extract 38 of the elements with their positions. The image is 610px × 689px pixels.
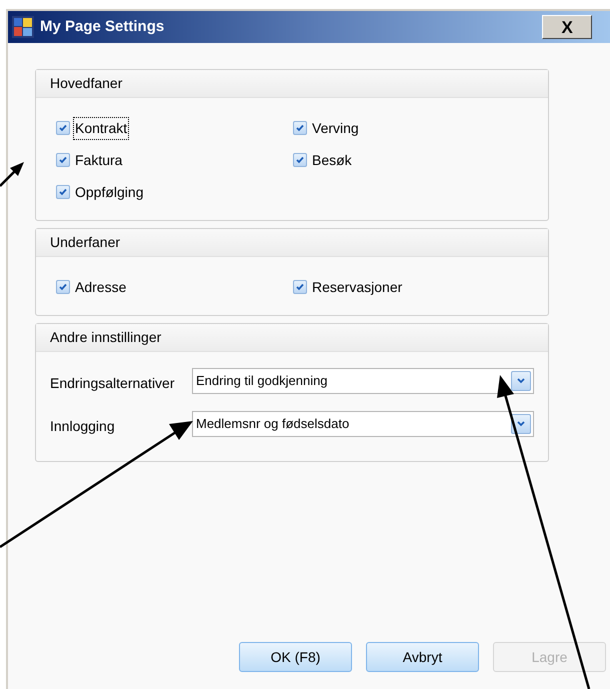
dialog-button[interactable]: Avbryt — [366, 642, 479, 672]
checkbox-label: Reservasjoner — [311, 278, 404, 297]
checkbox-label: Faktura — [74, 150, 124, 170]
close-button[interactable]: X — [542, 15, 592, 39]
dropdown-value: Endring til godkjenning — [195, 372, 328, 390]
dropdown[interactable]: Medlemsnr og fødselsdato — [192, 411, 534, 437]
checkbox[interactable] — [56, 121, 70, 135]
check-icon — [58, 155, 68, 165]
check-icon — [295, 123, 305, 133]
field-label: Endringsalternativer — [50, 374, 176, 393]
field-label: Innlogging — [50, 417, 116, 436]
check-icon — [295, 155, 305, 165]
annotation-arrow — [0, 160, 26, 188]
checkbox[interactable] — [56, 185, 70, 199]
checkbox-label: Oppfølging — [74, 182, 144, 202]
checkbox[interactable] — [56, 153, 70, 167]
checkbox[interactable] — [293, 121, 307, 135]
check-icon — [58, 187, 68, 197]
app-icon — [12, 16, 34, 38]
dialog-button[interactable]: OK (F8) — [239, 642, 352, 672]
group-title: Andre innstillinger — [50, 328, 162, 347]
group-title: Hovedfaner — [50, 74, 122, 93]
check-icon — [58, 123, 68, 133]
window-title: My Page Settings — [40, 16, 164, 37]
checkbox-label: Besøk — [311, 150, 353, 170]
check-icon — [58, 282, 68, 292]
checkbox[interactable] — [56, 280, 70, 294]
dropdown-value: Medlemsnr og fødselsdato — [195, 415, 350, 434]
checkbox[interactable] — [293, 280, 307, 294]
checkbox-label: Adresse — [74, 278, 128, 296]
check-icon — [295, 282, 305, 292]
dropdown[interactable]: Endring til godkjenning — [192, 368, 534, 394]
group-title: Underfaner — [50, 233, 120, 252]
checkbox[interactable] — [293, 153, 307, 167]
chevron-down-icon — [517, 421, 525, 427]
chevron-down-icon — [517, 378, 525, 384]
checkbox-label: Verving — [311, 118, 360, 138]
checkbox-label: Kontrakt — [74, 118, 128, 138]
